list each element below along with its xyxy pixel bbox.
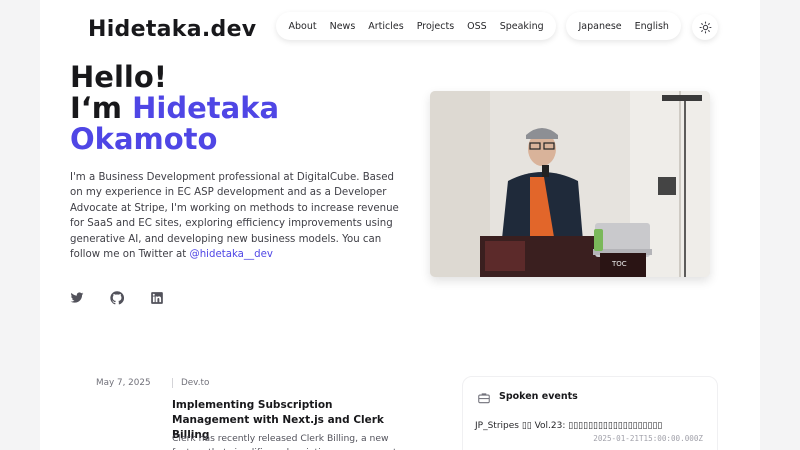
- twitter-icon[interactable]: [70, 290, 85, 305]
- hero-name-first: Hidetaka: [132, 91, 280, 125]
- event-name[interactable]: JP_Stripes ▯▯ Vol.23: ▯▯▯▯▯▯▯▯▯▯▯▯▯▯▯▯▯▯…: [475, 421, 662, 431]
- sun-icon: [699, 21, 711, 33]
- nav-articles[interactable]: Articles: [362, 21, 410, 32]
- hero-greeting: Hello!: [70, 60, 167, 94]
- linkedin-icon[interactable]: [150, 290, 165, 305]
- nav-news[interactable]: News: [323, 21, 362, 32]
- event-date: 2025-01-21T15:00:00.000Z: [593, 434, 703, 443]
- bio-text: I'm a Business Development professional …: [70, 172, 399, 261]
- article-source: Dev.to: [172, 378, 209, 388]
- nav-projects[interactable]: Projects: [410, 21, 460, 32]
- language-switcher: Japanese English: [566, 12, 682, 40]
- twitter-handle-link[interactable]: @hidetaka__dev: [190, 249, 273, 260]
- article-description: Clerk has recently released Clerk Billin…: [172, 433, 397, 450]
- hero-bio: I'm a Business Development professional …: [70, 170, 400, 262]
- nav-oss[interactable]: OSS: [461, 21, 494, 32]
- github-icon[interactable]: [110, 290, 125, 305]
- hero-name-last: Okamoto: [70, 122, 218, 156]
- nav-speaking[interactable]: Speaking: [493, 21, 550, 32]
- spoken-events-panel: Spoken events JP_Stripes ▯▯ Vol.23: ▯▯▯▯…: [462, 376, 718, 450]
- main-nav: About News Articles Projects OSS Speakin…: [276, 12, 557, 40]
- social-links: [70, 290, 165, 305]
- lang-japanese[interactable]: Japanese: [572, 21, 628, 32]
- profile-photo: TOC: [430, 91, 710, 277]
- article-date: May 7, 2025: [96, 378, 151, 388]
- site-title[interactable]: Hidetaka.dev: [88, 17, 256, 42]
- nav-about[interactable]: About: [282, 21, 323, 32]
- briefcase-icon: [478, 393, 490, 404]
- svg-text:TOC: TOC: [611, 260, 627, 268]
- hero-intro: I‘m: [70, 91, 133, 125]
- lang-english[interactable]: English: [628, 21, 675, 32]
- hero-heading: Hello! I‘m Hidetaka Okamoto: [70, 62, 410, 155]
- theme-toggle-button[interactable]: [692, 14, 718, 40]
- events-title: Spoken events: [499, 391, 578, 402]
